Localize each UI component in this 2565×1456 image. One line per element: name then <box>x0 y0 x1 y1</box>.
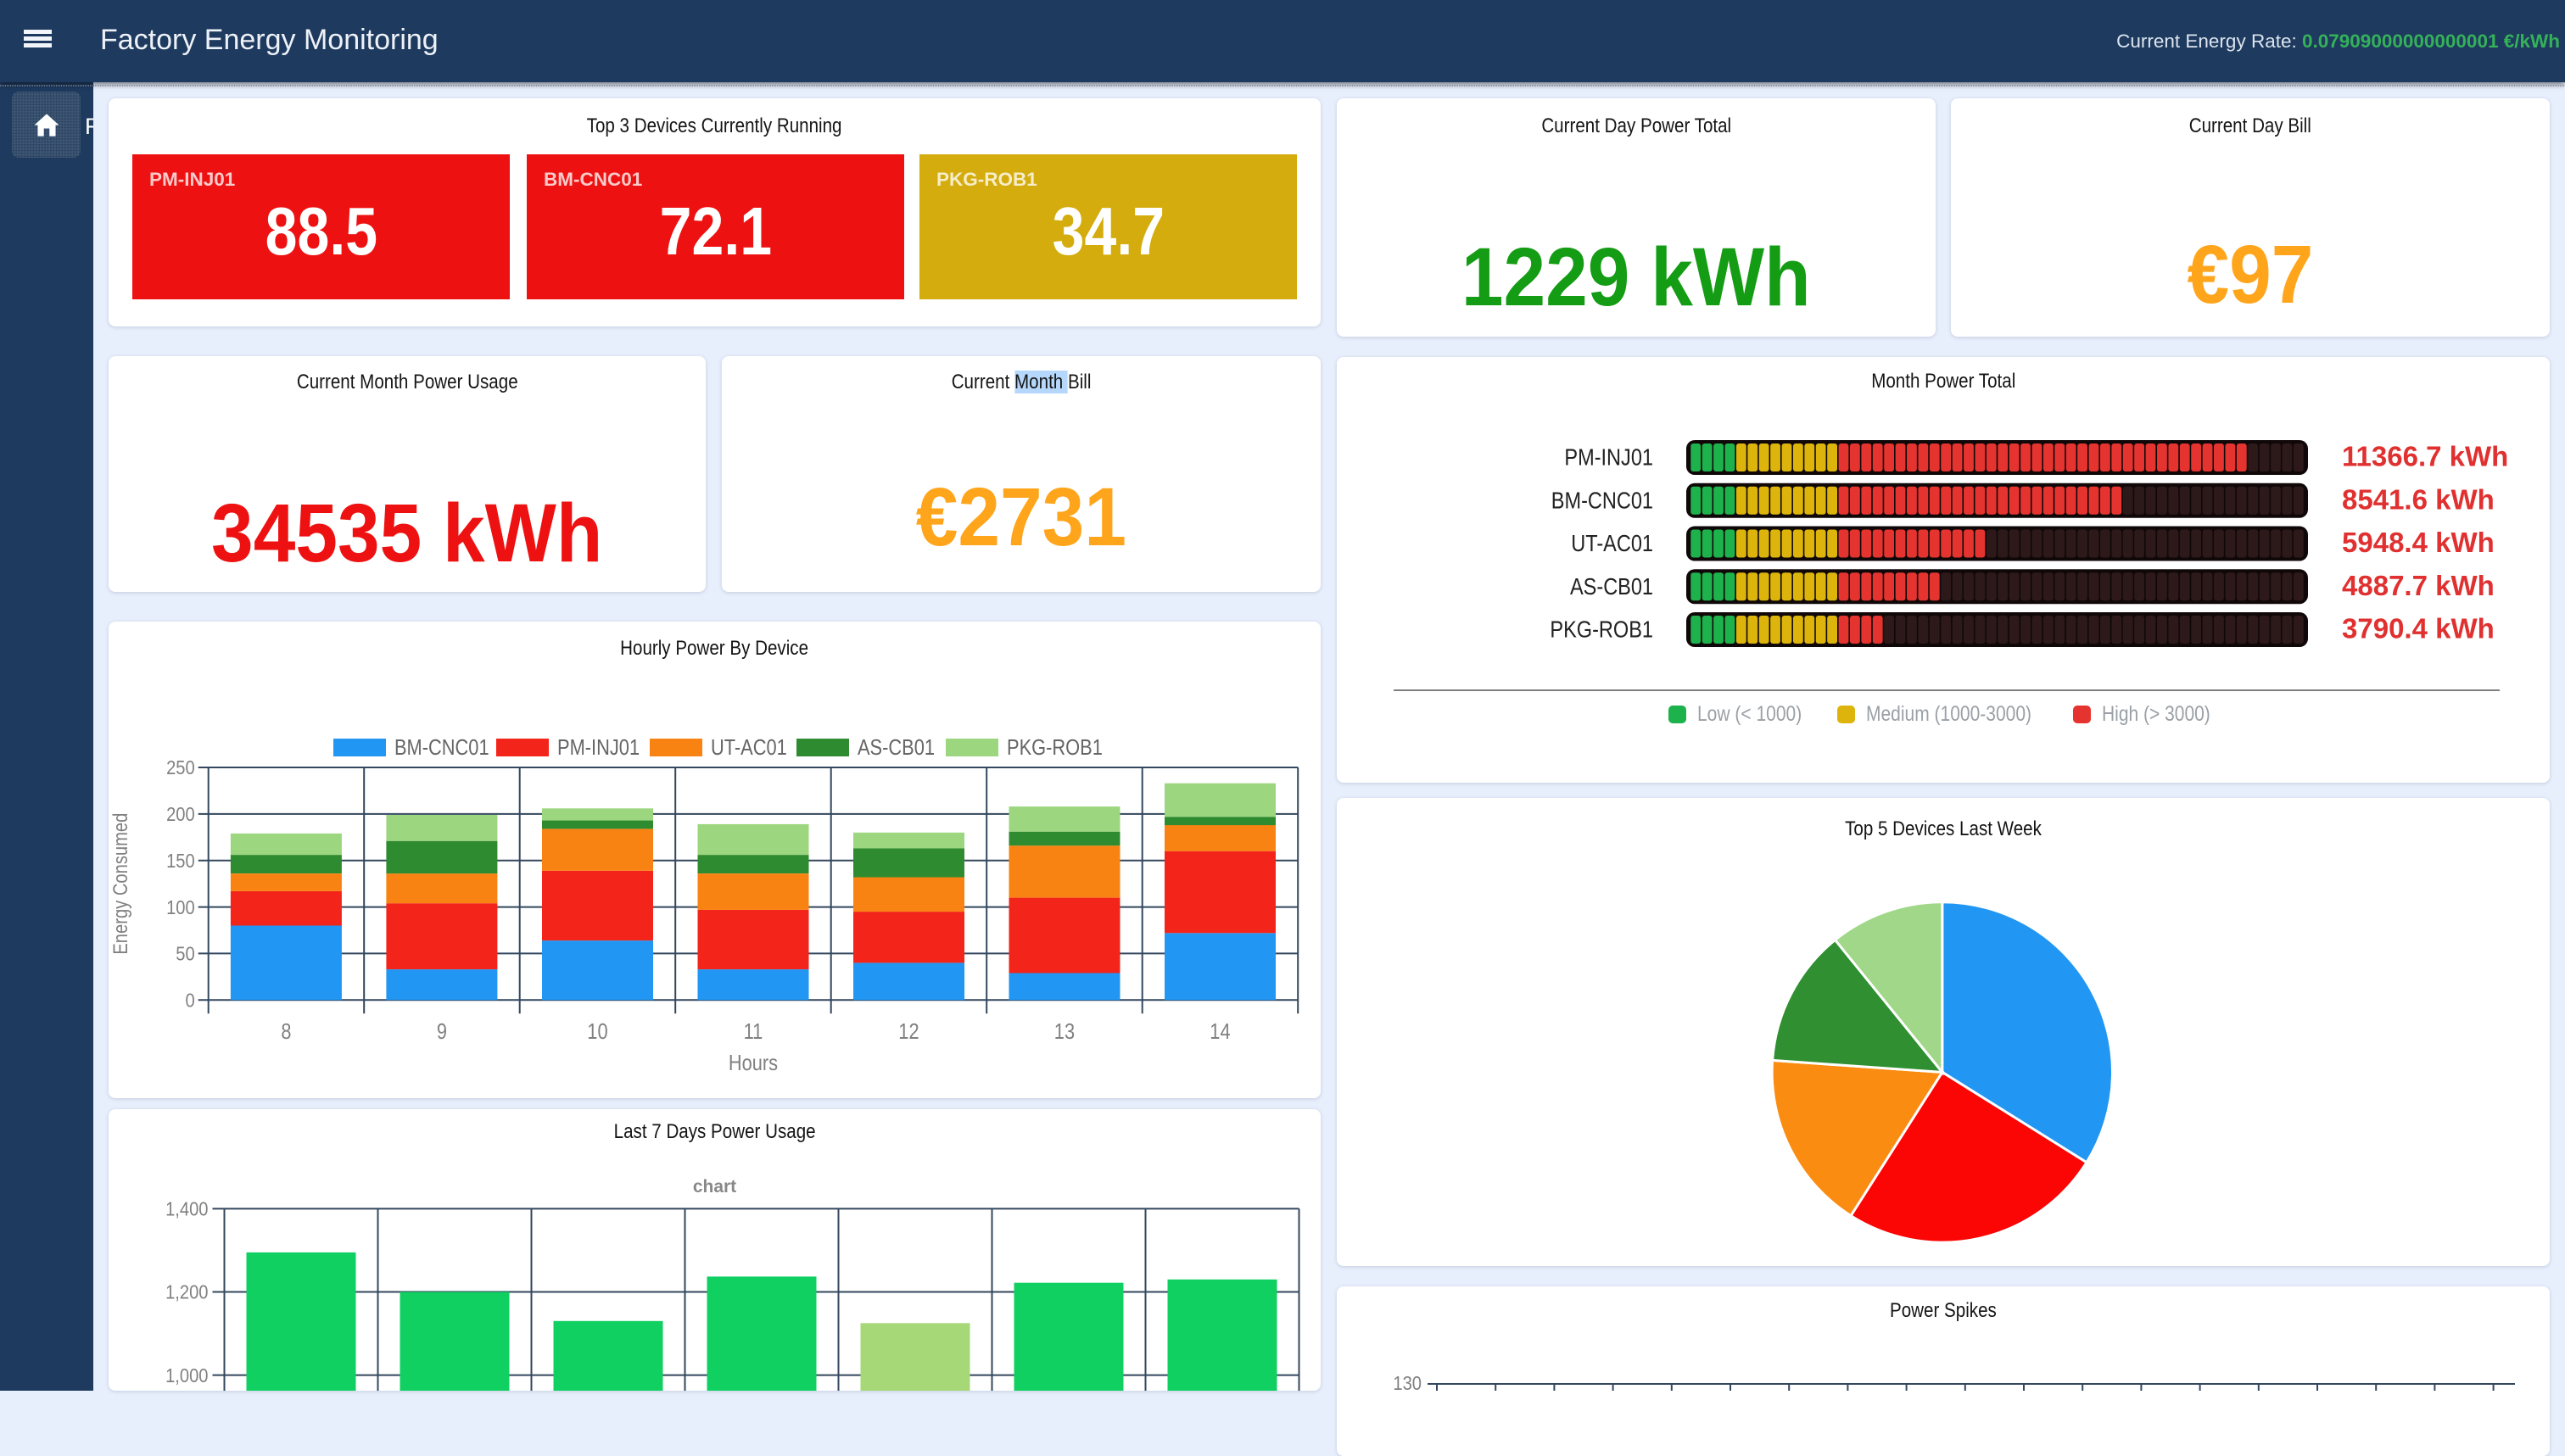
svg-text:High (> 3000): High (> 3000) <box>2102 702 2210 726</box>
svg-text:UT-AC01: UT-AC01 <box>711 736 787 760</box>
svg-text:1,000: 1,000 <box>165 1364 208 1386</box>
svg-text:8: 8 <box>281 1018 291 1044</box>
svg-text:12: 12 <box>898 1018 919 1044</box>
svg-text:100: 100 <box>166 896 195 918</box>
svg-text:PKG-ROB1: PKG-ROB1 <box>1550 616 1653 643</box>
svg-text:130: 130 <box>1393 1372 1422 1391</box>
svg-text:Energy Consumed: Energy Consumed <box>109 813 132 955</box>
svg-text:PM-INJ01: PM-INJ01 <box>1564 444 1653 471</box>
svg-text:4887.7 kWh: 4887.7 kWh <box>2342 570 2495 601</box>
svg-text:0: 0 <box>186 990 195 1012</box>
svg-text:5948.4 kWh: 5948.4 kWh <box>2342 527 2495 558</box>
svg-text:10: 10 <box>587 1018 607 1044</box>
svg-text:9: 9 <box>437 1018 447 1044</box>
svg-text:250: 250 <box>166 756 195 778</box>
svg-text:Low (< 1000): Low (< 1000) <box>1697 702 1802 726</box>
svg-text:8541.6 kWh: 8541.6 kWh <box>2342 483 2495 515</box>
svg-text:50: 50 <box>176 943 194 965</box>
svg-text:AS-CB01: AS-CB01 <box>1570 573 1653 600</box>
svg-text:AS-CB01: AS-CB01 <box>858 736 935 760</box>
svg-text:3790.4 kWh: 3790.4 kWh <box>2342 613 2495 644</box>
svg-text:BM-CNC01: BM-CNC01 <box>394 736 489 760</box>
svg-text:Hours: Hours <box>729 1050 778 1075</box>
svg-text:BM-CNC01: BM-CNC01 <box>1551 487 1653 513</box>
svg-text:14: 14 <box>1210 1018 1230 1044</box>
svg-text:150: 150 <box>166 850 195 872</box>
svg-text:13: 13 <box>1054 1018 1075 1044</box>
svg-text:UT-AC01: UT-AC01 <box>1571 530 1653 556</box>
svg-text:Medium (1000-3000): Medium (1000-3000) <box>1866 702 2031 726</box>
svg-text:PKG-ROB1: PKG-ROB1 <box>1007 736 1103 760</box>
svg-text:1,400: 1,400 <box>165 1198 208 1220</box>
svg-text:200: 200 <box>166 803 195 825</box>
svg-text:11: 11 <box>744 1018 763 1044</box>
svg-text:1,200: 1,200 <box>165 1281 208 1303</box>
svg-text:PM-INJ01: PM-INJ01 <box>557 736 640 760</box>
svg-text:11366.7 kWh: 11366.7 kWh <box>2342 441 2508 472</box>
